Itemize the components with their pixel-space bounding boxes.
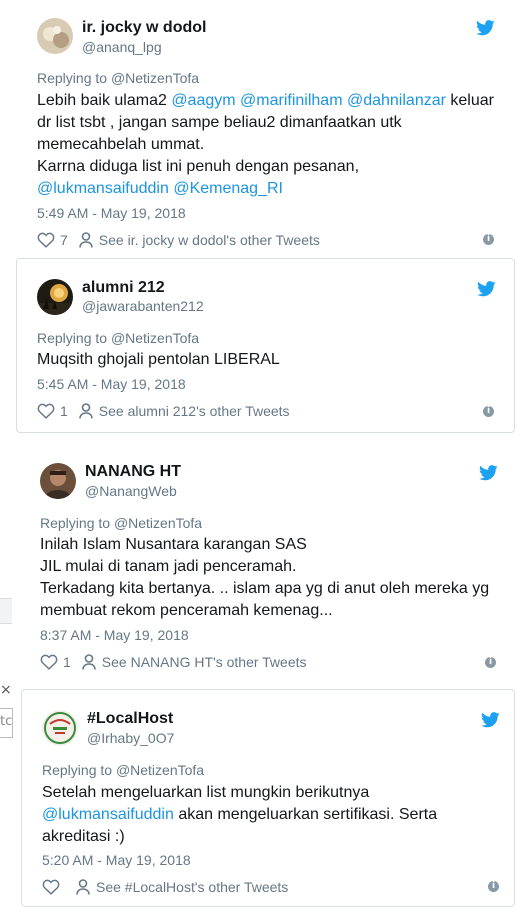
tweet-text-line: Terkadang kita bertanya. .. islam apa yg… xyxy=(40,578,489,600)
text-segment: keluar xyxy=(445,92,494,109)
mention-link[interactable]: @marifinilham xyxy=(240,92,342,109)
author-handle[interactable]: @ananq_lpg xyxy=(82,39,162,55)
twitter-bird-icon[interactable] xyxy=(479,465,498,481)
reply-mention-link[interactable]: @NetizenTofa xyxy=(111,70,199,86)
text-segment: JIL mulai di tanam jadi penceramah. xyxy=(40,558,297,575)
mention-link[interactable]: @lukmansaifuddin xyxy=(42,806,174,823)
text-segment: Inilah Islam Nusantara karangan SAS xyxy=(40,536,307,553)
tweet-timestamp[interactable]: 8:37 AM - May 19, 2018 xyxy=(40,627,189,643)
avatar[interactable] xyxy=(37,279,73,315)
twitter-bird-icon[interactable] xyxy=(477,281,496,297)
see-other-tweets-link[interactable]: See ir. jocky w dodol's other Tweets xyxy=(99,232,320,248)
reply-mention-link[interactable]: @NetizenTofa xyxy=(114,515,202,531)
see-other-tweets-link[interactable]: See NANANG HT's other Tweets xyxy=(102,654,307,670)
mention-link[interactable]: @dahnilanzar xyxy=(347,92,446,109)
tweet-text-line: Muqsith ghojali pentolan LIBERAL xyxy=(37,349,280,371)
replying-to-label: Replying to xyxy=(37,70,111,86)
avatar[interactable] xyxy=(40,463,76,499)
text-segment: Muqsith ghojali pentolan LIBERAL xyxy=(37,351,280,368)
see-other-tweets-link[interactable]: See alumni 212's other Tweets xyxy=(99,403,290,419)
info-icon[interactable]: i xyxy=(488,881,499,892)
like-count: 1 xyxy=(63,654,71,670)
info-icon[interactable]: i xyxy=(485,657,496,668)
text-segment: dr list tsbt , jangan sampe beliau2 dima… xyxy=(37,114,402,131)
person-icon xyxy=(76,879,90,895)
tweet-actions: See #LocalHost's other Tweets xyxy=(42,879,288,895)
replying-to-label: Replying to xyxy=(37,330,111,346)
like-count: 7 xyxy=(60,232,68,248)
text-segment: akreditasi :) xyxy=(42,828,125,845)
author-name[interactable]: ir. jocky w dodol xyxy=(82,19,206,37)
tweet-card: alumni 212 @jawarabanten212 Replying to … xyxy=(16,258,515,433)
text-segment: akan mengeluarkan sertifikasi. Serta xyxy=(173,806,438,823)
text-segment: Karrna diduga list ini penuh dengan pesa… xyxy=(37,158,360,175)
heart-icon[interactable] xyxy=(37,232,55,248)
tweet-text-line: @lukmansaifuddin akan mengeluarkan serti… xyxy=(42,804,437,826)
text-segment: Setelah mengeluarkan list mungkin beriku… xyxy=(42,784,370,801)
author-handle[interactable]: @jawarabanten212 xyxy=(82,298,204,314)
tweet-timestamp[interactable]: 5:45 AM - May 19, 2018 xyxy=(37,376,186,392)
author-name[interactable]: alumni 212 xyxy=(82,279,165,297)
tweet-actions: 1 See NANANG HT's other Tweets xyxy=(40,654,307,670)
tweet-timestamp[interactable]: 5:49 AM - May 19, 2018 xyxy=(37,205,186,221)
heart-icon[interactable] xyxy=(37,403,55,419)
tweet-actions: 1 See alumni 212's other Tweets xyxy=(37,403,290,419)
info-icon[interactable]: i xyxy=(483,234,494,245)
background-edge: × tc xyxy=(0,598,13,738)
heart-icon[interactable] xyxy=(40,654,58,670)
tweet-text-line: membuat rekom penceramah kemenag... xyxy=(40,600,489,622)
tweet-text: Setelah mengeluarkan list mungkin beriku… xyxy=(42,782,437,848)
see-other-tweets-link[interactable]: See #LocalHost's other Tweets xyxy=(96,879,288,895)
mention-link[interactable]: @lukmansaifuddin xyxy=(37,180,169,197)
tweet-text-line: @lukmansaifuddin @Kemenag_RI xyxy=(37,178,494,200)
replying-to: Replying to @NetizenTofa xyxy=(37,70,199,86)
heart-icon[interactable] xyxy=(42,879,60,895)
background-text-fragment: tc xyxy=(0,714,13,729)
author-name[interactable]: NANANG HT xyxy=(85,463,181,481)
twitter-bird-icon[interactable] xyxy=(481,712,500,728)
text-segment: membuat rekom penceramah kemenag... xyxy=(40,602,333,619)
tweet-card: #LocalHost @Irhaby_0O7 Replying to @Neti… xyxy=(21,689,515,907)
tweet-text-line: Lebih baik ulama2 @aagym @marifinilham @… xyxy=(37,90,494,112)
replying-to: Replying to @NetizenTofa xyxy=(37,330,199,346)
info-icon[interactable]: i xyxy=(483,406,494,417)
tweet-card: ir. jocky w dodol @ananq_lpg Replying to… xyxy=(22,0,512,258)
tweet-actions: 7 See ir. jocky w dodol's other Tweets xyxy=(37,232,320,248)
like-count: 1 xyxy=(60,403,68,419)
person-icon xyxy=(78,403,93,419)
replying-to-label: Replying to xyxy=(40,515,114,531)
tweet-text-line: JIL mulai di tanam jadi penceramah. xyxy=(40,556,489,578)
tweet-text: Inilah Islam Nusantara karangan SAS JIL m… xyxy=(40,534,489,622)
tweet-text: Muqsith ghojali pentolan LIBERAL xyxy=(37,349,280,371)
text-segment: memecahbelah ummat. xyxy=(37,136,205,153)
text-segment: Lebih baik ulama2 xyxy=(37,92,172,109)
reply-mention-link[interactable]: @NetizenTofa xyxy=(111,330,199,346)
tweet-timestamp[interactable]: 5:20 AM - May 19, 2018 xyxy=(42,852,191,868)
replying-to: Replying to @NetizenTofa xyxy=(42,762,204,778)
tweet-text-line: Inilah Islam Nusantara karangan SAS xyxy=(40,534,489,556)
person-icon xyxy=(78,232,93,248)
replying-to: Replying to @NetizenTofa xyxy=(40,515,202,531)
reply-mention-link[interactable]: @NetizenTofa xyxy=(116,762,204,778)
tweet-text-line: Setelah mengeluarkan list mungkin beriku… xyxy=(42,782,437,804)
person-icon xyxy=(81,654,96,670)
background-close-icon: × xyxy=(0,682,12,698)
text-segment: Terkadang kita bertanya. .. islam apa yg… xyxy=(40,580,490,597)
mention-link[interactable]: @aagym xyxy=(171,92,235,109)
tweet-text: Lebih baik ulama2 @aagym @marifinilham @… xyxy=(37,90,494,200)
tweet-text-line: memecahbelah ummat. xyxy=(37,134,494,156)
author-handle[interactable]: @NanangWeb xyxy=(85,483,177,499)
author-name[interactable]: #LocalHost xyxy=(87,710,173,728)
tweet-text-line: akreditasi :) xyxy=(42,826,437,848)
tweet-text-line: dr list tsbt , jangan sampe beliau2 dima… xyxy=(37,112,494,134)
tweet-card: NANANG HT @NanangWeb Replying to @Netize… xyxy=(25,445,515,685)
replying-to-label: Replying to xyxy=(42,762,116,778)
avatar[interactable] xyxy=(42,710,78,746)
tweet-text-line: Karrna diduga list ini penuh dengan pesa… xyxy=(37,156,494,178)
twitter-bird-icon[interactable] xyxy=(476,20,495,36)
avatar[interactable] xyxy=(37,18,73,54)
author-handle[interactable]: @Irhaby_0O7 xyxy=(87,730,174,746)
mention-link[interactable]: @Kemenag_RI xyxy=(173,180,283,197)
